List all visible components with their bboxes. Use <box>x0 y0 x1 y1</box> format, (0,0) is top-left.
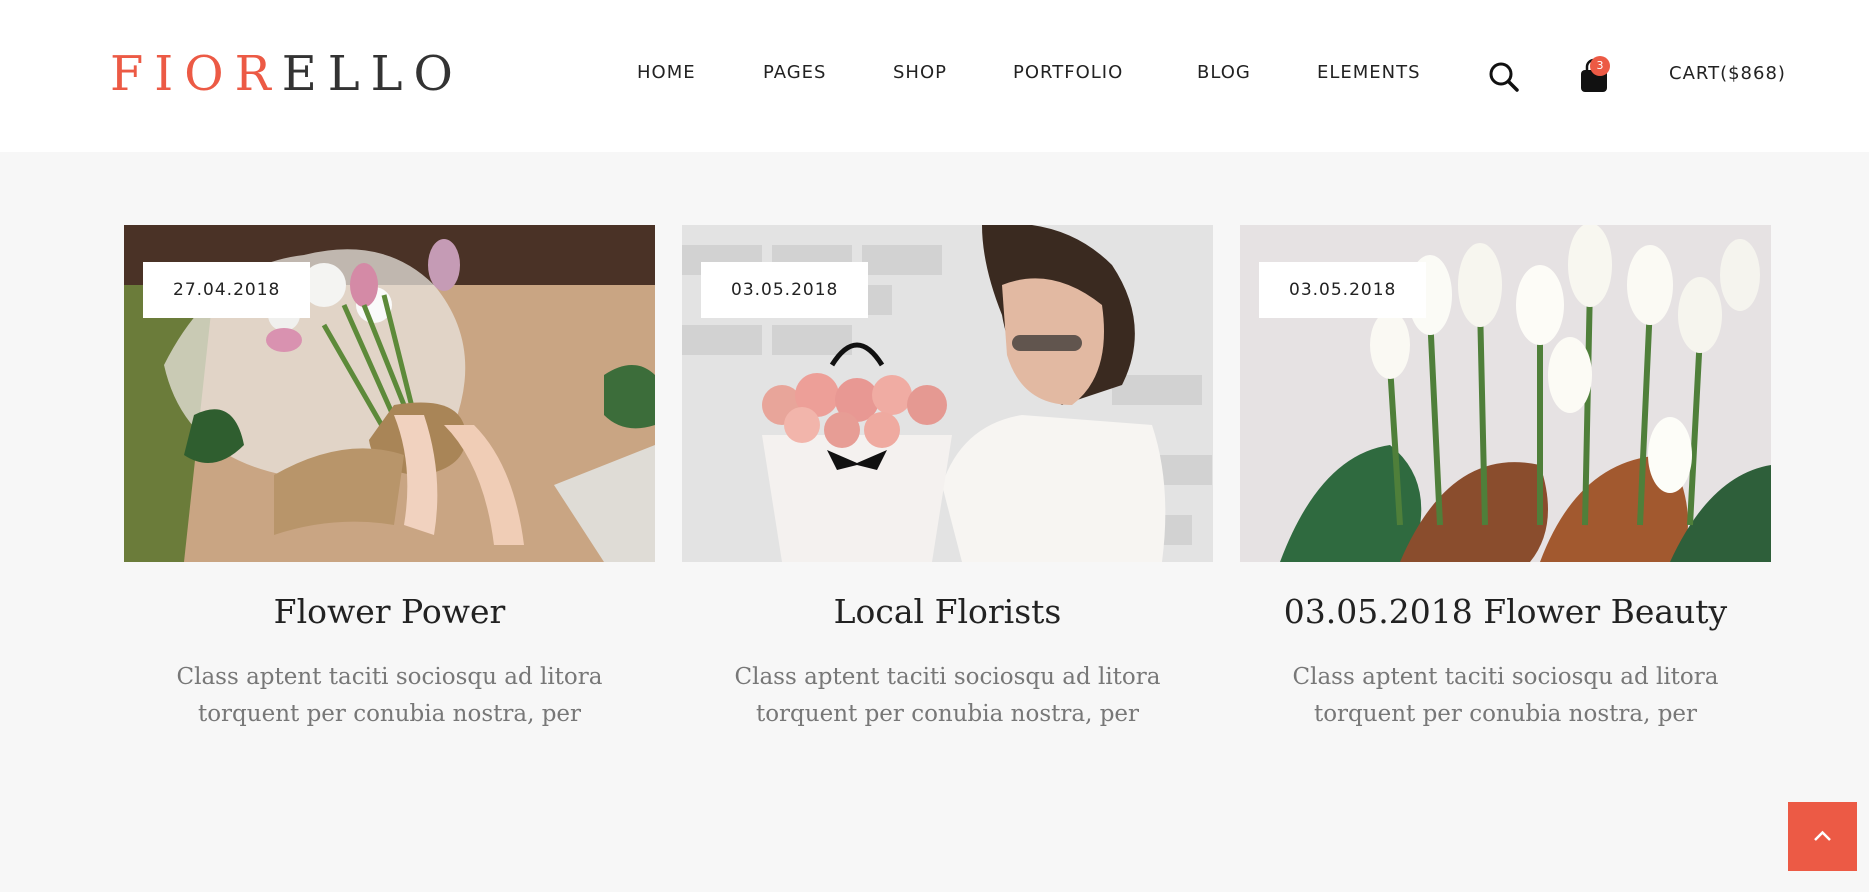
post-date-badge: 03.05.2018 <box>1259 262 1427 318</box>
back-to-top-button[interactable] <box>1788 802 1857 871</box>
logo-accent-text: FIOR <box>110 46 282 102</box>
nav-home[interactable]: HOME <box>637 62 696 83</box>
post-title[interactable]: Flower Power <box>124 592 655 631</box>
blog-card: 27.04.2018 Flower Power Class aptent tac… <box>124 225 655 733</box>
site-header: FIORELLO HOME PAGES SHOP PORTFOLIO BLOG … <box>0 0 1869 152</box>
bouquet-wrapping-photo[interactable]: 27.04.2018 <box>124 225 655 562</box>
nav-pages[interactable]: PAGES <box>763 62 826 83</box>
cart-count-badge: 3 <box>1590 56 1610 76</box>
post-date-badge: 03.05.2018 <box>701 262 869 318</box>
post-title[interactable]: 03.05.2018 Flower Beauty <box>1240 592 1771 631</box>
post-excerpt: Class aptent taciti sociosqu ad litora t… <box>1292 664 1719 727</box>
post-excerpt: Class aptent taciti sociosqu ad litora t… <box>176 664 603 727</box>
site-logo[interactable]: FIORELLO <box>110 46 464 102</box>
logo-text: ELLO <box>281 46 464 102</box>
blog-card: 03.05.2018 03.05.2018 Flower Beauty Clas… <box>1240 225 1771 733</box>
search-icon[interactable] <box>1488 61 1520 93</box>
nav-elements[interactable]: ELEMENTS <box>1317 62 1421 83</box>
blog-card: 03.05.2018 Local Florists Class aptent t… <box>682 225 1213 733</box>
chevron-up-icon <box>1814 830 1831 841</box>
post-title[interactable]: Local Florists <box>682 592 1213 631</box>
nav-blog[interactable]: BLOG <box>1197 62 1251 83</box>
post-excerpt: Class aptent taciti sociosqu ad litora t… <box>734 664 1161 727</box>
white-tulips-photo[interactable]: 03.05.2018 <box>1240 225 1771 562</box>
nav-shop[interactable]: SHOP <box>893 62 947 83</box>
post-date-badge: 27.04.2018 <box>143 262 311 318</box>
nav-portfolio[interactable]: PORTFOLIO <box>1013 62 1123 83</box>
cart-total-link[interactable]: CART($868) <box>1669 63 1786 84</box>
woman-smelling-roses-photo[interactable]: 03.05.2018 <box>682 225 1213 562</box>
